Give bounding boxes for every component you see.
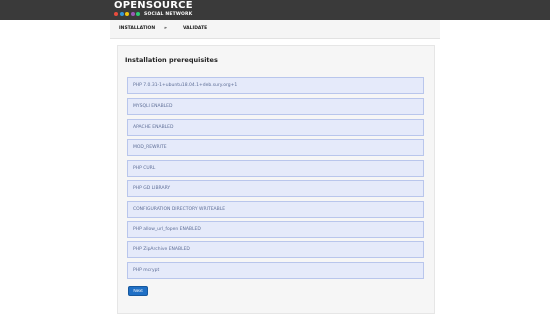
requirement-label: APACHE ENABLED <box>133 125 174 130</box>
logo-title: OPENSOURCE <box>114 0 193 11</box>
requirement-label: PHP CURL <box>133 166 156 171</box>
top-bar: OPENSOURCE SOCIAL NETWORK <box>0 0 550 20</box>
requirement-label: PHP allow_url_fopen ENABLED <box>133 227 201 232</box>
logo-dot <box>125 12 129 16</box>
logo-dot <box>136 12 140 16</box>
requirement-label: PHP GD LIBRARY <box>133 186 171 191</box>
step-installation: INSTALLATION <box>119 26 156 31</box>
logo-dot <box>114 12 118 16</box>
logo-subtitle: SOCIAL NETWORK <box>144 12 193 17</box>
requirement-mcrypt: PHP mcrypt <box>127 262 424 279</box>
requirement-label: PHP mcrypt <box>133 268 160 273</box>
requirement-label: CONFIGURATION DIRECTORY WRITEABLE <box>133 207 226 212</box>
requirement-php-version: PHP 7.0.31-1+ubuntu18.04.1+deb.sury.org+… <box>127 77 424 94</box>
requirement-mod-rewrite: MOD_REWRITE <box>127 139 424 156</box>
install-steps-bar: INSTALLATION » VALIDATE <box>110 20 440 39</box>
requirement-php-curl: PHP CURL <box>127 160 424 177</box>
logo-dot <box>119 12 124 16</box>
requirement-allow-url-fopen: PHP allow_url_fopen ENABLED <box>127 221 424 238</box>
logo-dots <box>114 12 142 17</box>
requirement-label: MYSQLI ENABLED <box>133 104 173 109</box>
prerequisites-panel: Installation prerequisites PHP 7.0.31-1+… <box>117 45 435 314</box>
requirement-ziparchive: PHP ZipArchive ENABLED <box>127 241 424 258</box>
next-button[interactable]: Next <box>128 286 148 296</box>
logo-dot <box>130 12 135 16</box>
page-title: Installation prerequisites <box>125 56 218 64</box>
requirement-config-dir: CONFIGURATION DIRECTORY WRITEABLE <box>127 201 424 218</box>
requirement-apache: APACHE ENABLED <box>127 119 424 136</box>
requirement-label: PHP ZipArchive ENABLED <box>133 247 190 252</box>
requirement-label: PHP 7.0.31-1+ubuntu18.04.1+deb.sury.org+… <box>133 83 238 88</box>
step-validate: VALIDATE <box>183 26 208 31</box>
step-separator: » <box>164 26 167 31</box>
requirement-php-gd: PHP GD LIBRARY <box>127 180 424 197</box>
requirement-mysqli: MYSQLI ENABLED <box>127 98 424 115</box>
logo[interactable]: OPENSOURCE SOCIAL NETWORK <box>114 1 224 19</box>
requirement-label: MOD_REWRITE <box>133 145 167 150</box>
